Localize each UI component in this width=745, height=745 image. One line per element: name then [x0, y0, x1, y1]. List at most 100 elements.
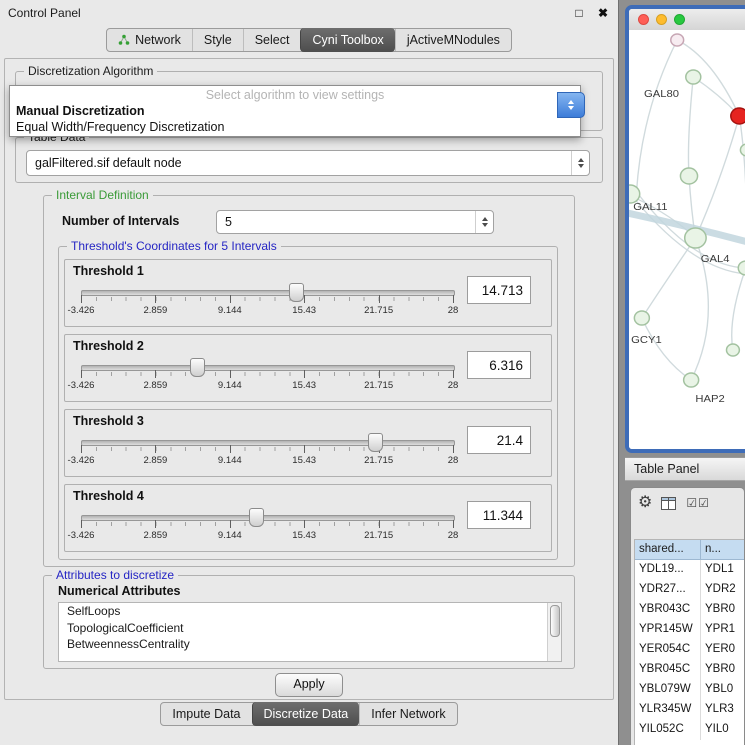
network-node[interactable] [680, 168, 697, 184]
table-data-combobox[interactable]: galFiltered.sif default node [26, 150, 590, 176]
scrollbar-thumb[interactable] [550, 605, 560, 637]
network-node[interactable] [740, 144, 745, 156]
threshold-value-field[interactable]: 21.4 [467, 426, 531, 454]
numerical-attributes-listbox: SelfLoopsTopologicalCoefficientBetweenne… [58, 602, 562, 662]
table-row[interactable]: YBR043C YBR0 [635, 600, 744, 620]
tab-network[interactable]: Network [107, 29, 192, 51]
highlighted-node[interactable] [731, 108, 745, 124]
threshold-value-field[interactable]: 6.316 [467, 351, 531, 379]
table-cell[interactable]: YBL0 [701, 680, 744, 700]
table-cell[interactable]: YDR2 [701, 580, 744, 600]
checkbox-icon[interactable]: ☑☑ [686, 496, 710, 510]
table-cell[interactable]: YBR0 [701, 660, 744, 680]
slider-thumb[interactable] [190, 358, 205, 377]
close-icon[interactable]: ✖ [598, 6, 608, 20]
dropdown-option-equal-width[interactable]: Equal Width/Frequency Discretization [10, 119, 580, 135]
slider-major-ticks [81, 295, 453, 303]
table-cell[interactable]: YER054C [635, 640, 701, 660]
tab-impute-data[interactable]: Impute Data [161, 703, 251, 725]
scrollbar[interactable] [547, 603, 561, 661]
threshold-label: Threshold 1 [73, 264, 144, 278]
slider-scale-label: 28 [433, 530, 473, 541]
slider-scale-label: 9.144 [210, 305, 250, 316]
network-node[interactable] [686, 70, 701, 84]
tab-infer-network[interactable]: Infer Network [359, 703, 456, 725]
tick-mark [155, 370, 156, 378]
network-node[interactable] [671, 34, 684, 46]
slider-thumb[interactable] [368, 433, 383, 452]
slider-scale-label: 28 [433, 455, 473, 466]
slider-thumb[interactable] [249, 508, 264, 527]
float-window-icon[interactable]: □ [575, 6, 582, 20]
list-item[interactable]: BetweennessCentrality [59, 636, 561, 653]
table-cell[interactable]: YPR145W [635, 620, 701, 640]
network-node-labels: GAL80 GAL11 GAL4 GCY1 HAP2 [631, 88, 729, 405]
table-row[interactable]: YBL079W YBL0 [635, 680, 744, 700]
table-data-group: Table Data galFiltered.sif default node [15, 137, 603, 183]
traffic-light-minimize-icon[interactable] [656, 14, 667, 25]
table-cell[interactable]: YER0 [701, 640, 744, 660]
node-label: GCY1 [631, 334, 662, 346]
table-row[interactable]: YDR27... YDR2 [635, 580, 744, 600]
slider-scale-labels: -3.4262.8599.14415.4321.71528 [81, 380, 453, 392]
number-of-intervals-combobox[interactable]: 5 [216, 210, 494, 234]
tab-style[interactable]: Style [192, 29, 243, 51]
traffic-light-close-icon[interactable] [638, 14, 649, 25]
slider-scale-label: 28 [433, 305, 473, 316]
table-cell[interactable]: YIL0 [701, 720, 744, 740]
threshold-label: Threshold 4 [73, 489, 144, 503]
network-canvas[interactable]: GAL80 GAL11 GAL4 GCY1 HAP2 [629, 30, 745, 449]
tick-mark [379, 520, 380, 528]
table-cell[interactable]: YBL079W [635, 680, 701, 700]
threshold-value-field[interactable]: 11.344 [467, 501, 531, 529]
table-row[interactable]: YDL19... YDL1 [635, 560, 744, 580]
network-node[interactable] [685, 228, 706, 248]
tick-mark [81, 445, 82, 453]
network-node[interactable] [629, 185, 640, 203]
tab-label: Discretize Data [264, 707, 349, 721]
table-cell[interactable]: YLR3 [701, 700, 744, 720]
column-header[interactable]: shared... [635, 540, 701, 559]
table-row[interactable]: YLR345W YLR3 [635, 700, 744, 720]
threshold-panel: Threshold 2 -3.4262.8599.14415.4321.7152… [64, 334, 552, 402]
traffic-light-zoom-icon[interactable] [674, 14, 685, 25]
table-cell[interactable]: YLR345W [635, 700, 701, 720]
threshold-slider[interactable]: -3.4262.8599.14415.4321.71528 [81, 282, 453, 322]
table-cell[interactable]: YPR1 [701, 620, 744, 640]
list-item[interactable]: TopologicalCoefficient [59, 620, 561, 637]
table-cell[interactable]: YBR043C [635, 600, 701, 620]
table-row[interactable]: YER054C YER0 [635, 640, 744, 660]
tab-discretize-data[interactable]: Discretize Data [252, 702, 360, 726]
list-item[interactable]: SelfLoops [59, 603, 561, 620]
threshold-slider[interactable]: -3.4262.8599.14415.4321.71528 [81, 507, 453, 547]
slider-thumb[interactable] [289, 283, 304, 302]
column-header[interactable]: n... [701, 540, 744, 559]
columns-icon[interactable] [661, 497, 677, 510]
apply-button[interactable]: Apply [275, 673, 343, 697]
table-cell[interactable]: YDL1 [701, 560, 744, 580]
slider-scale-label: 21.715 [359, 455, 399, 466]
threshold-slider[interactable]: -3.4262.8599.14415.4321.71528 [81, 432, 453, 472]
table-cell[interactable]: YIL052C [635, 720, 701, 740]
table-row[interactable]: YBR045C YBR0 [635, 660, 744, 680]
threshold-label: Threshold 2 [73, 339, 144, 353]
table-cell[interactable]: YDR27... [635, 580, 701, 600]
tab-jactivemnodules[interactable]: jActiveMNodules [395, 29, 511, 51]
group-title: Interval Definition [52, 188, 153, 202]
gear-icon[interactable]: ⚙ [638, 495, 652, 511]
dropdown-option-manual[interactable]: Manual Discretization [10, 103, 580, 119]
table-row[interactable]: YPR145W YPR1 [635, 620, 744, 640]
table-row[interactable]: YIL052C YIL0 [635, 720, 744, 740]
table-cell[interactable]: YBR045C [635, 660, 701, 680]
table-cell[interactable]: YDL19... [635, 560, 701, 580]
table-cell[interactable]: YBR0 [701, 600, 744, 620]
threshold-slider[interactable]: -3.4262.8599.14415.4321.71528 [81, 357, 453, 397]
network-node[interactable] [634, 311, 649, 325]
slider-scale-label: 15.43 [284, 305, 324, 316]
tab-select[interactable]: Select [243, 29, 301, 51]
threshold-value-field[interactable]: 14.713 [467, 276, 531, 304]
network-node[interactable] [684, 373, 699, 387]
network-node[interactable] [727, 344, 740, 356]
algorithm-combo-stepper[interactable] [557, 92, 585, 118]
tab-cyni-toolbox[interactable]: Cyni Toolbox [300, 28, 394, 52]
